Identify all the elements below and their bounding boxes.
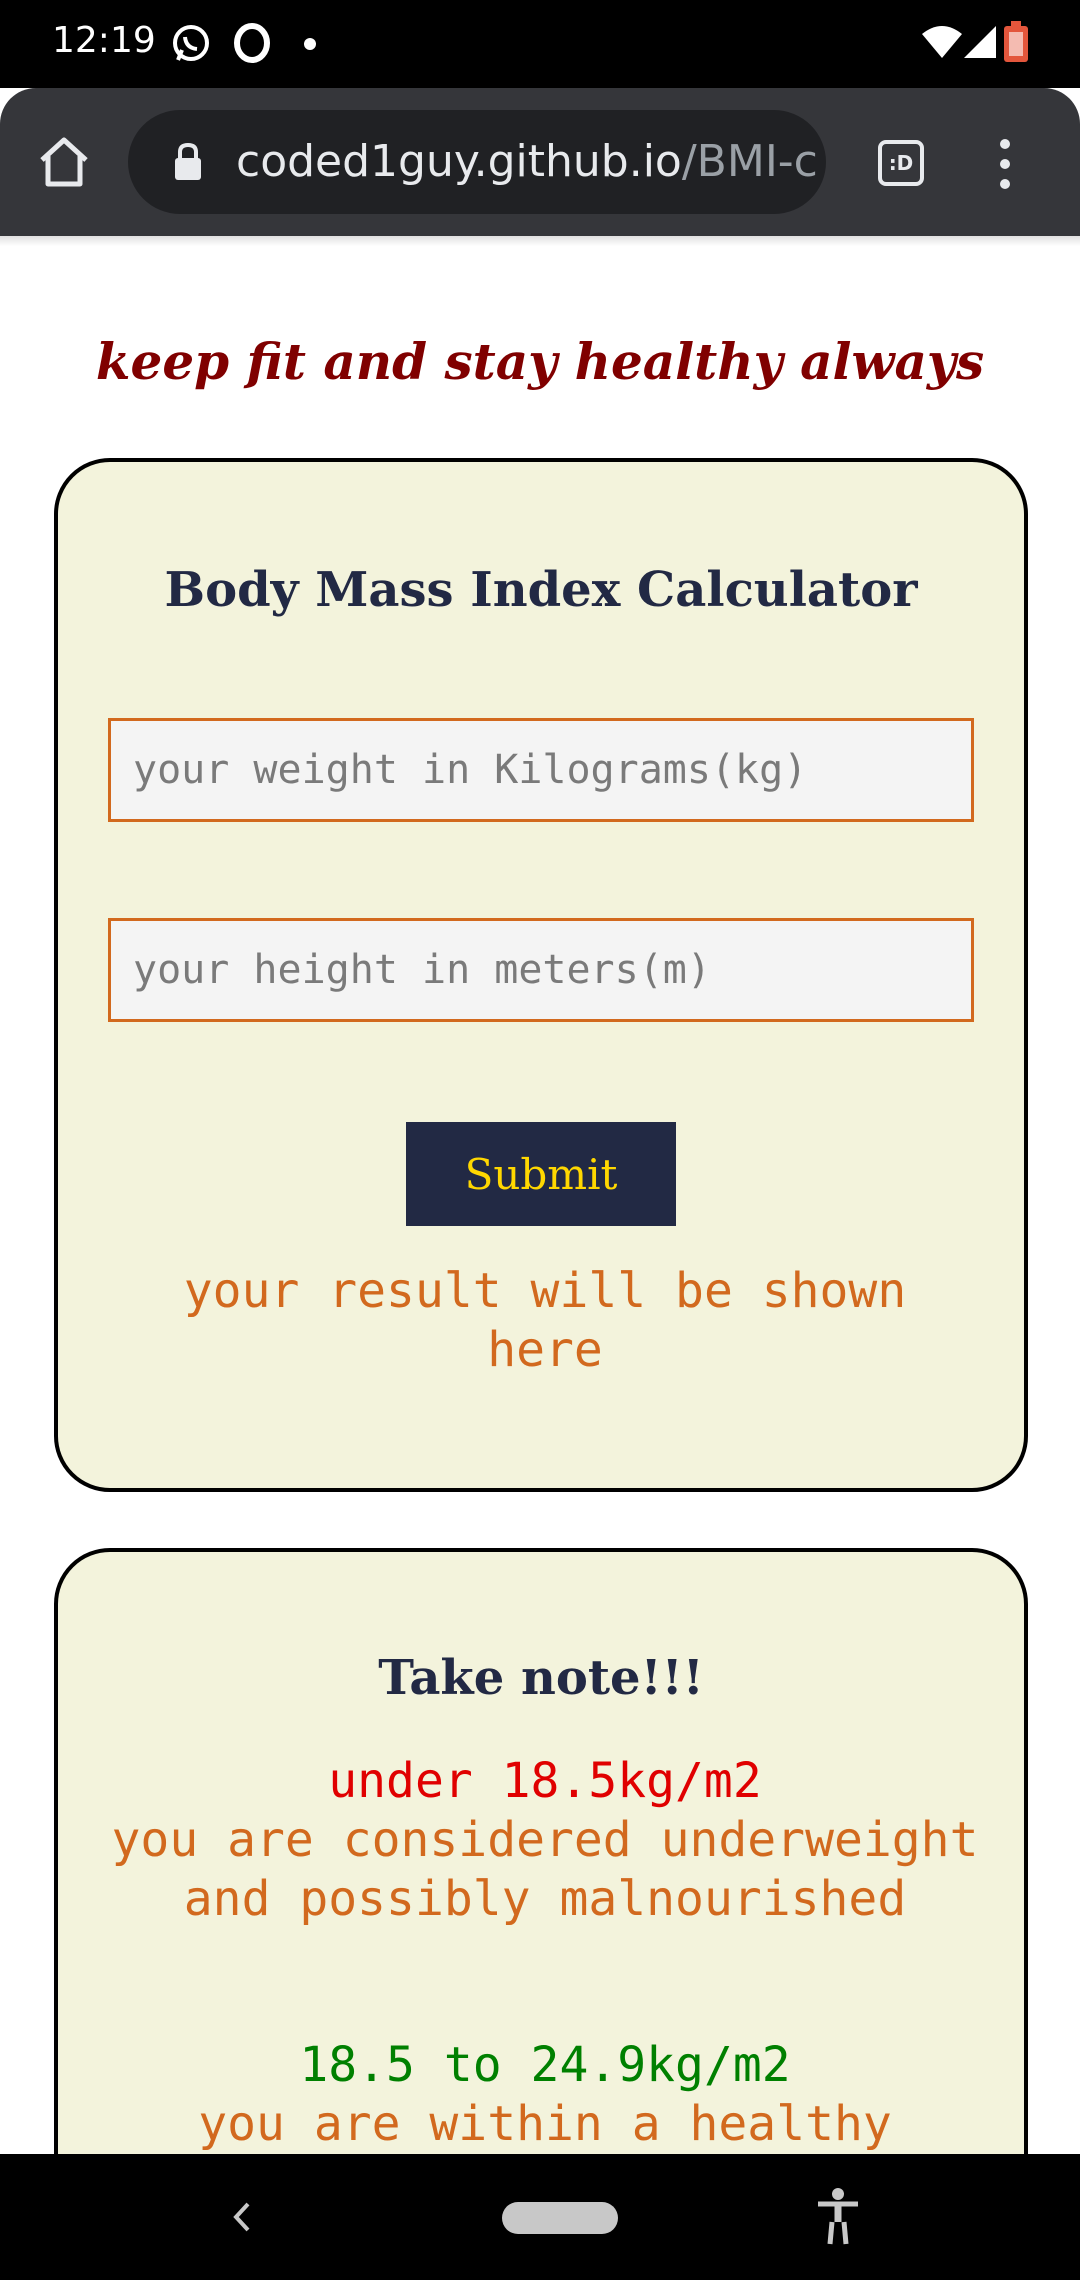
status-bar: 12:19	[0, 0, 1080, 88]
home-icon[interactable]	[34, 132, 94, 192]
url-path: /BMI-c	[681, 136, 818, 187]
notification-dot	[304, 38, 316, 50]
opera-icon	[232, 22, 272, 68]
height-input[interactable]	[108, 918, 974, 1022]
calculator-title: Body Mass Index Calculator	[164, 562, 918, 618]
result-text: your result will be shown here	[183, 1263, 907, 1378]
more-menu-icon[interactable]	[990, 134, 1020, 194]
home-pill-icon[interactable]	[502, 2202, 618, 2234]
notes-title: Take note!!!	[378, 1650, 704, 1706]
address-bar[interactable]: coded1guy.github.io/BMI-c	[128, 110, 826, 214]
status-time: 12:19	[52, 20, 156, 61]
calculator-card: Body Mass Index Calculator Submit your r…	[54, 458, 1028, 1492]
url-text: coded1guy.github.io/BMI-c	[236, 136, 818, 187]
note-underweight: under 18.5kg/m2 you are considered under…	[98, 1752, 992, 1929]
back-icon[interactable]	[226, 2194, 256, 2240]
motto-heading: keep fit and stay healthy always	[95, 332, 985, 391]
note-healthy: 18.5 to 24.9kg/m2 you are within a healt…	[98, 2036, 992, 2154]
wifi-icon	[920, 24, 964, 64]
toolbar-shadow	[0, 236, 1080, 246]
note-range: under 18.5kg/m2	[328, 1753, 762, 1809]
notes-card: Take note!!! under 18.5kg/m2 you are con…	[54, 1548, 1028, 2154]
tab-switcher-icon[interactable]: :D	[878, 140, 924, 186]
system-nav-bar	[0, 2154, 1080, 2280]
page-content: keep fit and stay healthy always Body Ma…	[0, 236, 1080, 2154]
whatsapp-icon	[170, 22, 212, 68]
browser-toolbar: coded1guy.github.io/BMI-c :D	[0, 88, 1080, 236]
accessibility-icon[interactable]	[814, 2186, 862, 2246]
url-host: coded1guy.github.io	[236, 136, 682, 187]
note-description: you are considered underweight and possi…	[111, 1812, 979, 1927]
battery-icon	[1002, 20, 1030, 68]
lock-icon	[172, 142, 204, 186]
signal-icon	[962, 24, 998, 64]
note-range: 18.5 to 24.9kg/m2	[299, 2037, 791, 2093]
note-description: you are within a healthy	[198, 2096, 892, 2152]
weight-input[interactable]	[108, 718, 974, 822]
submit-button[interactable]: Submit	[406, 1122, 676, 1226]
